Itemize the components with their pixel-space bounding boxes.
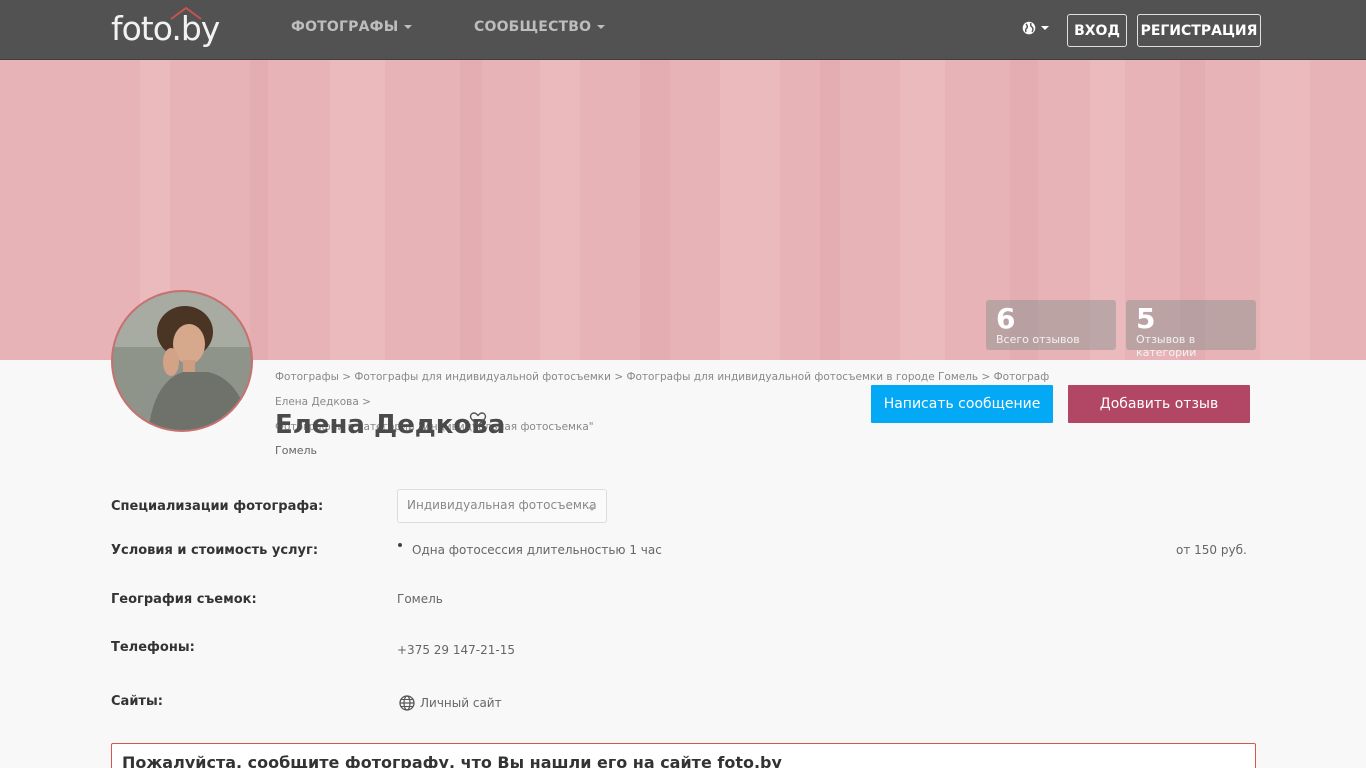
list-bullet xyxy=(398,543,402,547)
personal-site-link[interactable]: Личный сайт xyxy=(399,695,502,711)
stat-value: 5 xyxy=(1136,302,1156,335)
photographer-city: Гомель xyxy=(275,444,318,457)
nav-menu-photographers[interactable]: ФОТОГРАФЫ xyxy=(291,19,413,35)
sites-label: Сайты: xyxy=(111,694,163,709)
add-review-button[interactable]: Добавить отзыв xyxy=(1068,385,1250,423)
login-button[interactable]: ВХОД xyxy=(1067,14,1127,47)
site-logo[interactable]: foto.by xyxy=(111,6,220,50)
stat-category-reviews: 5 Отзывов в категории xyxy=(1126,300,1256,359)
register-button[interactable]: РЕГИСТРАЦИЯ xyxy=(1137,14,1261,47)
phone-value: +375 29 147-21-15 xyxy=(397,643,515,657)
services-label: Условия и стоимость услуг: xyxy=(111,543,319,558)
service-price: от 150 руб. xyxy=(1176,543,1247,557)
chevron-down-icon xyxy=(588,507,596,511)
service-name: Одна фотосессия длительностью 1 час xyxy=(412,543,662,557)
stat-value: 6 xyxy=(996,302,1016,335)
nav-menu-label: ФОТОГРАФЫ xyxy=(291,19,399,35)
logo-text: foto.by xyxy=(111,8,220,48)
globe-icon xyxy=(1022,21,1036,35)
logo-roof-icon xyxy=(170,6,202,20)
specialization-selected-value: Индивидуальная фотосъемка xyxy=(407,498,597,512)
breadcrumb-separator: > xyxy=(981,371,991,383)
breadcrumb-separator: > xyxy=(614,371,624,383)
stat-label: Всего отзывов xyxy=(996,333,1080,346)
breadcrumb-link[interactable]: Фотографы для индивидуальной фотосъемки … xyxy=(626,371,978,383)
notice-text: Пожалуйста, сообщите фотографу, что Вы н… xyxy=(122,753,782,768)
personal-site-label: Личный сайт xyxy=(420,696,502,710)
write-message-button[interactable]: Написать сообщение xyxy=(871,385,1053,423)
geography-value: Гомель xyxy=(397,592,443,606)
nav-menu-label: СООБЩЕСТВО xyxy=(474,19,592,35)
nav-menu-community[interactable]: СООБЩЕСТВО xyxy=(474,19,606,35)
breadcrumb-link[interactable]: Фотографы для индивидуальной фотосъемки xyxy=(354,371,611,383)
chevron-down-icon xyxy=(1041,26,1049,30)
breadcrumb-separator: > xyxy=(342,371,352,383)
specializations-label: Специализации фотографа: xyxy=(111,499,324,514)
specialization-select[interactable]: Индивидуальная фотосъемка xyxy=(397,489,607,523)
phones-label: Телефоны: xyxy=(111,640,195,655)
avatar[interactable] xyxy=(111,290,253,432)
found-on-site-notice: Пожалуйста, сообщите фотографу, что Вы н… xyxy=(111,743,1256,768)
top-navigation-bar: foto.by ФОТОГРАФЫ СООБЩЕСТВО ВХОД РЕГИСТ… xyxy=(0,0,1366,60)
avatar-photo xyxy=(113,292,251,430)
stat-total-reviews: 6 Всего отзывов xyxy=(986,300,1116,350)
favorite-heart-icon[interactable] xyxy=(469,411,487,427)
breadcrumb-separator: > xyxy=(362,396,371,408)
globe-icon xyxy=(399,695,415,711)
geography-label: География съемок: xyxy=(111,592,257,607)
chevron-down-icon xyxy=(404,25,413,29)
breadcrumb-link[interactable]: Фотографы xyxy=(275,371,339,383)
chevron-down-icon xyxy=(597,25,606,29)
language-selector[interactable] xyxy=(1022,21,1049,35)
stat-label: Отзывов в категории xyxy=(1136,333,1197,359)
